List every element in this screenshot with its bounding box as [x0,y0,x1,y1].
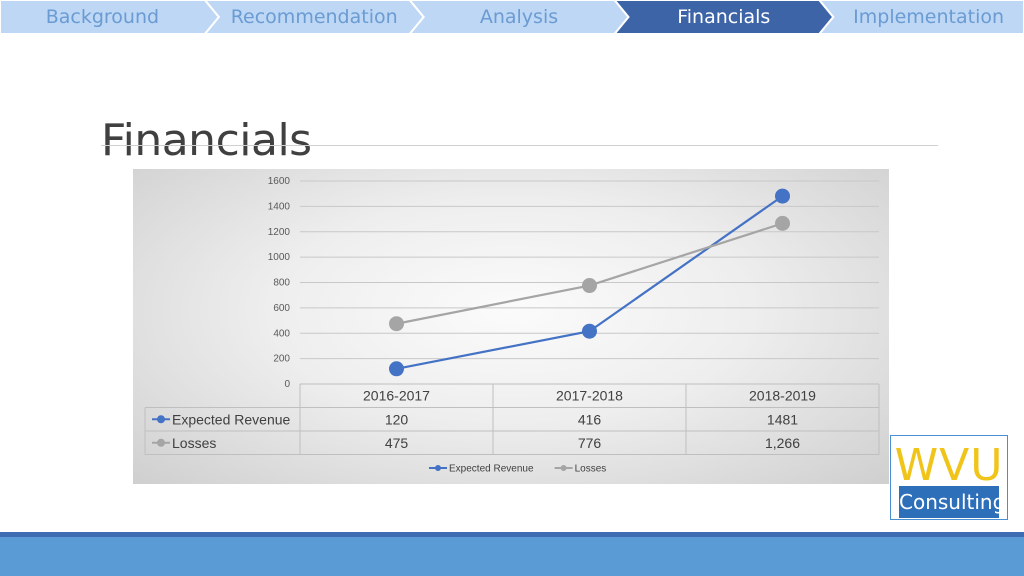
legend-key-marker [560,465,567,471]
title-divider [101,145,938,146]
category-label: 2017-2018 [556,388,623,404]
data-point-losses [775,215,790,231]
y-tick-label: 1200 [268,227,291,238]
wvu-consulting-logo: WVU Consulting [890,435,1008,520]
data-value-label: 120 [385,411,409,427]
data-value-label: 475 [385,435,409,451]
data-point-expected-revenue [582,323,597,339]
row-series-name: Losses [172,435,216,451]
y-tick-label: 200 [273,354,290,365]
nav-step-financials[interactable]: Financials [628,0,819,34]
data-point-losses [582,278,597,294]
nav-step-implementation[interactable]: Implementation [833,0,1024,34]
data-value-label: 416 [578,411,602,427]
data-value-label: 1481 [767,411,798,427]
data-point-expected-revenue [389,361,404,377]
data-value-label: 1,266 [765,435,800,451]
row-legend-key-marker [157,415,165,424]
category-label: 2018-2019 [749,388,816,404]
financials-chart: 0 200 400 600 800 1000 1200 1400 1600 2016-2017 20… [133,169,889,484]
nav-step-background[interactable]: Background [0,0,205,34]
chart-canvas: 0 200 400 600 800 1000 1200 1400 1600 2016-2017 20… [144,176,880,475]
data-point-losses [389,316,404,332]
data-value-label: 776 [578,435,602,451]
row-series-name: Expected Revenue [172,411,291,427]
row-legend-key-marker [157,438,165,447]
nav-step-recommendation[interactable]: Recommendation [219,0,410,34]
logo-wvu-text: WVU [894,440,1004,491]
y-tick-label: 0 [284,379,290,390]
data-point-expected-revenue [775,188,790,204]
logo-consulting-text: Consulting [899,486,1005,518]
y-tick-label: 1400 [268,201,291,212]
y-tick-label: 1600 [268,176,291,187]
legend-key-marker [435,465,441,471]
y-tick-label: 1000 [268,252,291,263]
category-label: 2016-2017 [363,388,430,404]
series-line-losses [396,222,783,325]
y-tick-label: 600 [273,303,290,314]
legend-entry: Losses [575,464,607,475]
footer-band [0,537,1024,576]
nav-step-analysis[interactable]: Analysis [424,0,615,34]
legend-entry: Expected Revenue [449,464,534,475]
process-nav: Background Recommendation Analysis Financia… [0,0,1024,34]
y-tick-label: 800 [273,278,290,289]
page-title: Financials [101,115,312,167]
y-tick-label: 400 [273,328,290,339]
